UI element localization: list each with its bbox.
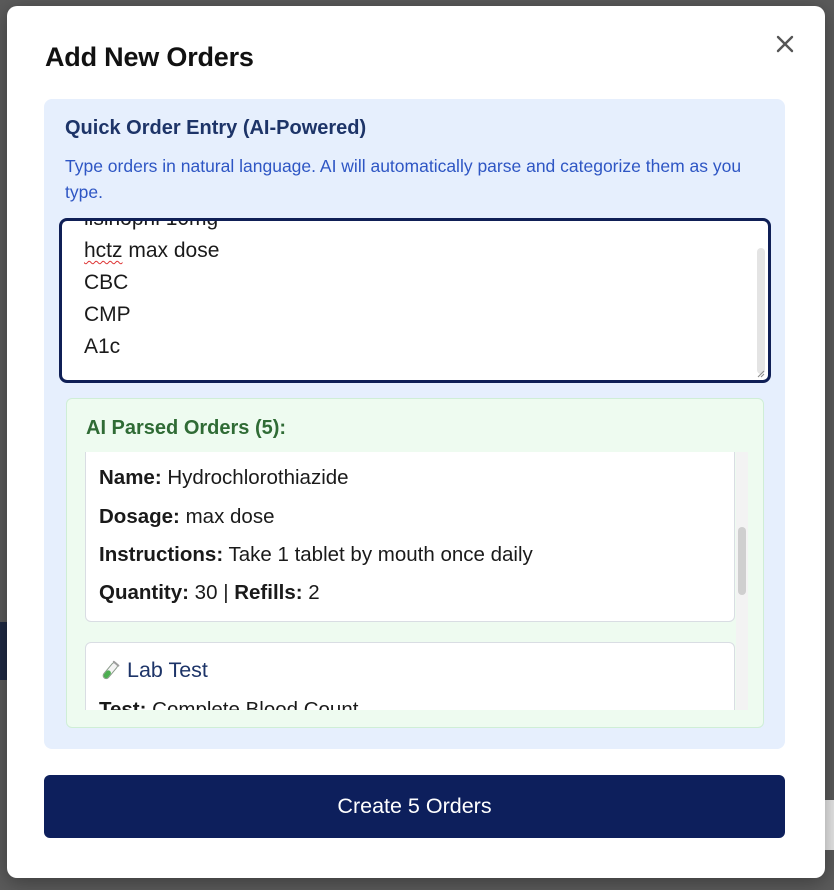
name-value: Hydrochlorothiazide bbox=[167, 466, 349, 489]
name-field: Name: Hydrochlorothiazide bbox=[99, 466, 349, 490]
order-text-lines: lisinopril 10mg hctz max dose CBC CMP A1… bbox=[84, 218, 219, 363]
order-line: CBC bbox=[84, 271, 129, 294]
refills-label: Refills: bbox=[234, 581, 303, 604]
order-line: hctz max dose bbox=[84, 235, 219, 267]
test-value: Complete Blood Count bbox=[152, 698, 359, 710]
test-tube-icon bbox=[102, 660, 120, 679]
create-orders-button[interactable]: Create 5 Orders bbox=[44, 775, 785, 838]
order-line: lisinopril 10mg bbox=[84, 218, 219, 230]
parsed-orders-scrollbar[interactable] bbox=[736, 452, 748, 710]
add-orders-modal: Add New Orders Quick Order Entry (AI-Pow… bbox=[7, 6, 825, 878]
quick-entry-title: Quick Order Entry (AI-Powered) bbox=[65, 117, 367, 139]
dosage-value: max dose bbox=[185, 505, 275, 528]
parsed-orders-list: Name: Hydrochlorothiazide Dosage: max do… bbox=[85, 452, 745, 710]
quick-entry-panel: Quick Order Entry (AI-Powered) Type orde… bbox=[44, 99, 785, 749]
name-label: Name: bbox=[99, 466, 162, 489]
backdrop-element-right bbox=[824, 800, 834, 850]
misspelled-word: hctz bbox=[84, 239, 123, 262]
instructions-field: Instructions: Take 1 tablet by mouth onc… bbox=[99, 543, 533, 567]
dosage-field: Dosage: max dose bbox=[99, 505, 274, 529]
textarea-scrollbar[interactable] bbox=[757, 248, 765, 374]
close-button[interactable] bbox=[773, 32, 797, 56]
resize-handle-icon[interactable] bbox=[757, 370, 765, 378]
order-line-rest: max dose bbox=[122, 239, 220, 262]
order-text-input[interactable]: lisinopril 10mg hctz max dose CBC CMP A1… bbox=[59, 218, 771, 383]
quantity-value: 30 bbox=[194, 581, 218, 604]
separator: | bbox=[223, 581, 229, 604]
test-label: Test: bbox=[99, 698, 147, 710]
lab-test-label: Lab Test bbox=[127, 658, 208, 682]
modal-title: Add New Orders bbox=[45, 42, 254, 72]
instructions-label: Instructions: bbox=[99, 543, 224, 566]
parsed-orders-panel: AI Parsed Orders (5): Name: Hydrochlorot… bbox=[66, 398, 764, 728]
test-field: Test: Complete Blood Count bbox=[99, 698, 358, 710]
instructions-value: Take 1 tablet by mouth once daily bbox=[228, 543, 533, 566]
refills-value: 2 bbox=[308, 581, 320, 604]
quantity-label: Quantity: bbox=[99, 581, 189, 604]
parsed-orders-title: AI Parsed Orders (5): bbox=[86, 417, 287, 439]
parsed-order-card: Name: Hydrochlorothiazide Dosage: max do… bbox=[85, 452, 735, 622]
dosage-label: Dosage: bbox=[99, 505, 180, 528]
quantity-refills-field: Quantity: 30 | Refills: 2 bbox=[99, 581, 320, 605]
scrollbar-thumb[interactable] bbox=[738, 527, 746, 595]
lab-test-heading: Lab Test bbox=[99, 658, 208, 683]
parsed-order-card: Lab Test Test: Complete Blood Count bbox=[85, 642, 735, 710]
quick-entry-description: Type orders in natural language. AI will… bbox=[65, 156, 742, 202]
order-line: A1c bbox=[84, 335, 121, 358]
order-line: CMP bbox=[84, 303, 131, 326]
close-icon bbox=[776, 35, 794, 53]
